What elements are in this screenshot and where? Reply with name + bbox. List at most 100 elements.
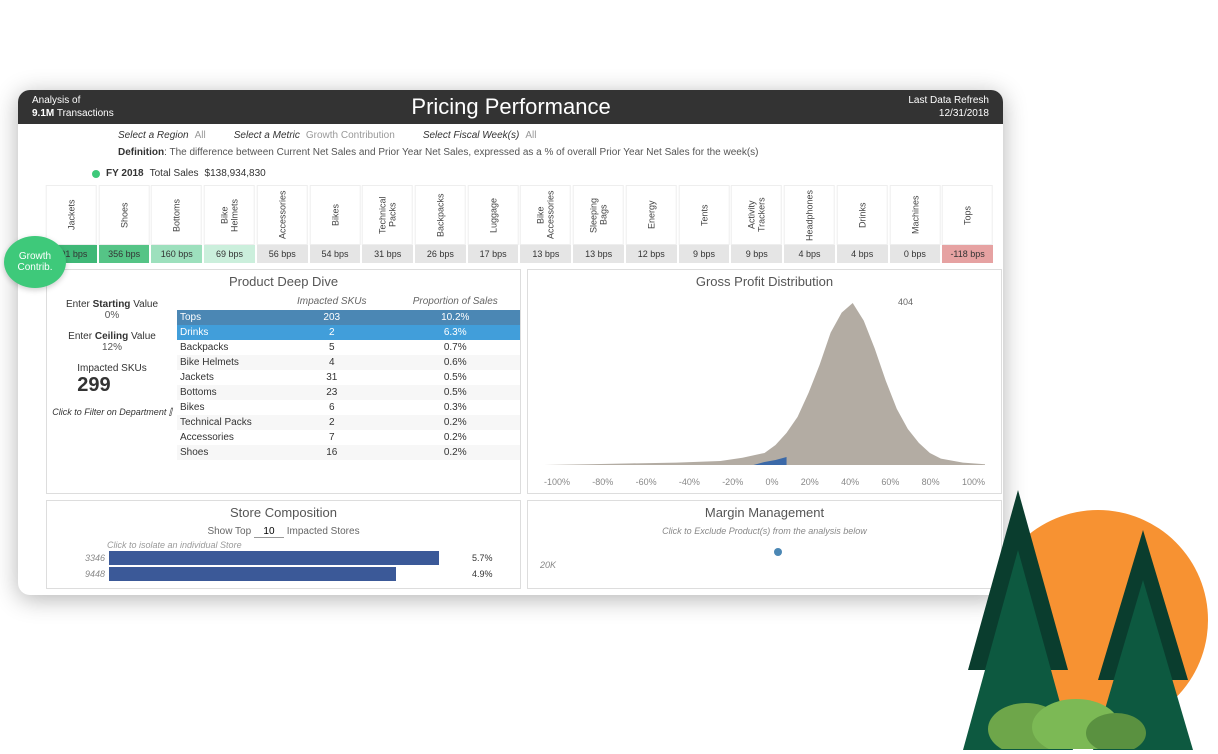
category-luggage[interactable]: Luggage17 bps — [468, 185, 519, 263]
start-value-label: Enter Starting Value — [66, 299, 158, 310]
category-label: Headphones — [784, 185, 835, 245]
category-bps: 13 bps — [573, 245, 624, 263]
gp-chart[interactable]: 404 -100%-80%-60%-40%-20%0%20%40%60%80%1… — [528, 293, 1001, 493]
deepdive-table: Impacted SKUs Proportion of Sales Tops20… — [177, 293, 520, 460]
fy-label: FY 2018 — [106, 168, 144, 179]
table-row[interactable]: Accessories70.2% — [177, 430, 520, 445]
category-label: Activity Trackers — [731, 185, 782, 245]
col-impacted-skus: Impacted SKUs — [270, 296, 394, 307]
table-row[interactable]: Shoes160.2% — [177, 445, 520, 460]
category-bikes[interactable]: Bikes54 bps — [310, 185, 361, 263]
category-accessories[interactable]: Accessories56 bps — [257, 185, 308, 263]
category-headphones[interactable]: Headphones4 bps — [784, 185, 835, 263]
gp-title: Gross Profit Distribution — [528, 270, 1001, 293]
store-row[interactable]: 94484.9% — [47, 566, 520, 582]
gp-histogram — [544, 303, 985, 465]
definition-label: Definition — [118, 147, 164, 158]
category-machines[interactable]: Machines0 bps — [890, 185, 941, 263]
category-energy[interactable]: Energy12 bps — [626, 185, 677, 263]
category-bike-accessories[interactable]: Bike Accessories13 bps — [520, 185, 571, 263]
filter-week[interactable]: Select Fiscal Week(s)All — [423, 130, 537, 141]
category-bps: 31 bps — [362, 245, 413, 263]
category-label: Backpacks — [415, 185, 466, 245]
category-bps: 13 bps — [520, 245, 571, 263]
table-row[interactable]: Jackets310.5% — [177, 370, 520, 385]
panels: Product Deep Dive Enter Starting Value 0… — [18, 263, 1003, 595]
top-bar-left: Analysis of 9.1M Transactions — [32, 94, 114, 120]
category-label: Tents — [679, 185, 730, 245]
transactions-label: Transactions — [57, 108, 114, 119]
category-bottoms[interactable]: Bottoms160 bps — [151, 185, 202, 263]
definition-row: Definition: The difference between Curre… — [18, 143, 1003, 164]
filter-bar: Select a RegionAll Select a MetricGrowth… — [18, 124, 1003, 143]
start-value[interactable]: 0% — [66, 310, 158, 321]
category-drinks[interactable]: Drinks4 bps — [837, 185, 888, 263]
category-bps: 17 bps — [468, 245, 519, 263]
table-row[interactable]: Bike Helmets40.6% — [177, 355, 520, 370]
category-label: Accessories — [257, 185, 308, 245]
table-row[interactable]: Backpacks50.7% — [177, 340, 520, 355]
category-bps: 0 bps — [890, 245, 941, 263]
panel-margin-management: Margin Management Click to Exclude Produ… — [527, 500, 1002, 589]
category-bps: 4 bps — [837, 245, 888, 263]
category-bps: -118 bps — [942, 245, 993, 263]
category-bps: 26 bps — [415, 245, 466, 263]
category-tents[interactable]: Tents9 bps — [679, 185, 730, 263]
category-bps: 54 bps — [310, 245, 361, 263]
category-shoes[interactable]: Shoes356 bps — [99, 185, 150, 263]
category-sleeping-bags[interactable]: Sleeping Bags13 bps — [573, 185, 624, 263]
category-label: Bikes — [310, 185, 361, 245]
ceiling-value-label: Enter Ceiling Value — [68, 331, 156, 342]
definition-text: : The difference between Current Net Sal… — [164, 147, 758, 158]
store-title: Store Composition — [47, 501, 520, 524]
margin-chart[interactable]: 20K — [528, 538, 1001, 588]
table-row[interactable]: Bikes60.3% — [177, 400, 520, 415]
transactions-count: 9.1M — [32, 108, 54, 119]
category-bps: 356 bps — [99, 245, 150, 263]
category-strip: Jackets391 bpsShoes356 bpsBottoms160 bps… — [46, 185, 993, 263]
table-row[interactable]: Technical Packs20.2% — [177, 415, 520, 430]
impacted-skus-label: Impacted SKUs — [77, 363, 146, 374]
filter-metric[interactable]: Select a MetricGrowth Contribution — [234, 130, 395, 141]
category-bps: 69 bps — [204, 245, 255, 263]
category-label: Tops — [942, 185, 993, 245]
category-label: Drinks — [837, 185, 888, 245]
deepdive-hint: Click to Filter on Department ⫿ — [52, 407, 171, 418]
fy-sales-label: Total Sales — [150, 168, 199, 179]
store-subtitle: Show Top Impacted Stores — [47, 524, 520, 540]
category-bps: 160 bps — [151, 245, 202, 263]
category-activity-trackers[interactable]: Activity Trackers9 bps — [731, 185, 782, 263]
panel-store-composition: Store Composition Show Top Impacted Stor… — [46, 500, 521, 589]
category-label: Technical Packs — [362, 185, 413, 245]
refresh-label: Last Data Refresh — [908, 94, 989, 107]
category-label: Energy — [626, 185, 677, 245]
category-label: Machines — [890, 185, 941, 245]
analysis-label: Analysis of — [32, 94, 114, 107]
store-top-n-input[interactable] — [254, 526, 284, 538]
store-row[interactable]: 33465.7% — [47, 550, 520, 566]
category-label: Bike Accessories — [520, 185, 571, 245]
category-bike-helmets[interactable]: Bike Helmets69 bps — [204, 185, 255, 263]
table-row[interactable]: Drinks26.3% — [177, 325, 520, 340]
category-label: Jackets — [46, 185, 97, 245]
deepdive-controls: Enter Starting Value 0% Enter Ceiling Va… — [47, 293, 177, 460]
fy-sales-value: $138,934,830 — [205, 168, 266, 179]
table-row[interactable]: Tops20310.2% — [177, 310, 520, 325]
category-backpacks[interactable]: Backpacks26 bps — [415, 185, 466, 263]
top-bar: Analysis of 9.1M Transactions Pricing Pe… — [18, 90, 1003, 124]
growth-contrib-pill[interactable]: Growth Contrib. — [4, 236, 66, 288]
filter-region[interactable]: Select a RegionAll — [118, 130, 206, 141]
table-row[interactable]: Bottoms230.5% — [177, 385, 520, 400]
category-tops[interactable]: Tops-118 bps — [942, 185, 993, 263]
ceiling-value[interactable]: 12% — [68, 342, 156, 353]
category-bps: 56 bps — [257, 245, 308, 263]
margin-point[interactable] — [774, 548, 782, 556]
category-label: Bottoms — [151, 185, 202, 245]
deepdive-title: Product Deep Dive — [47, 270, 520, 293]
category-technical-packs[interactable]: Technical Packs31 bps — [362, 185, 413, 263]
panel-product-deepdive: Product Deep Dive Enter Starting Value 0… — [46, 269, 521, 494]
margin-title: Margin Management — [528, 501, 1001, 524]
category-bps: 12 bps — [626, 245, 677, 263]
page-title: Pricing Performance — [411, 94, 610, 120]
gp-peak-label: 404 — [898, 297, 913, 307]
